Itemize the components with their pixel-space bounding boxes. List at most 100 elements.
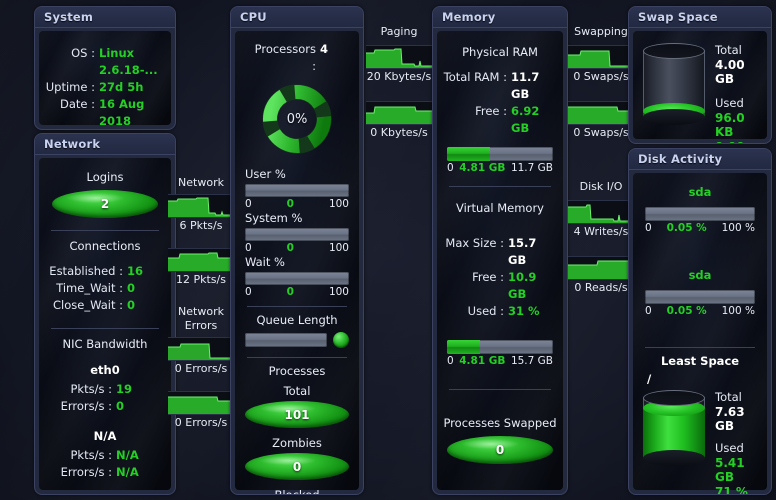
cpu-proc-blocked-label: Blocked <box>235 488 359 495</box>
swap-total-value: 4.00 GB <box>715 58 757 86</box>
system-row-date: Date : 16 Aug 2018 <box>39 96 171 130</box>
memory-vm-free-value: 10.9 GB <box>508 269 558 303</box>
network-errors-caption-1: 0 Errors/s <box>168 361 234 377</box>
network-nic1-pkts-label: Pkts/s : <box>50 447 116 464</box>
cpu-wait-mid: 0 <box>287 286 294 298</box>
cpu-processors-row: Processors : 4 <box>235 41 359 75</box>
memory-swapped-value: 0 <box>447 436 553 464</box>
disk-device-1-max: 100 % <box>722 305 755 317</box>
network-connections-label: Connections <box>39 239 171 253</box>
network-conn-closewait: Close_Wait : 0 <box>39 297 171 314</box>
network-errors-caption-2: 0 Errors/s <box>168 415 234 431</box>
network-conn-established: Established : 16 <box>39 263 171 280</box>
cpu-proc-zombies-label: Zombies <box>235 436 359 450</box>
network-timewait-value: 0 <box>127 280 161 297</box>
panel-system-title: System <box>35 7 175 28</box>
memory-physical-mid: 4.81 GB <box>459 162 505 174</box>
cpu-wait-label: Wait % <box>245 255 349 269</box>
memory-vm-free-row: Free : 10.9 GB <box>437 269 563 303</box>
panel-system-body: OS : Linux 2.6.18-... Uptime : 27d 5h Da… <box>39 31 171 125</box>
system-monitor-dashboard: System OS : Linux 2.6.18-... Uptime : 27… <box>0 0 776 500</box>
swapping-graph-2[interactable] <box>568 101 634 125</box>
panel-memory-title: Memory <box>433 7 567 28</box>
cpu-system-scale: 0 0 100 <box>245 242 349 254</box>
paging-caption-1: 20 Kbytes/s <box>366 69 432 85</box>
least-space-used-label: Used <box>715 441 757 455</box>
network-logins-gauge: 2 <box>52 190 158 218</box>
paging-graph-1[interactable] <box>366 45 432 69</box>
panel-cpu-body: Processors : 4 0% <box>235 31 359 490</box>
network-established-label: Established : <box>49 263 127 280</box>
memory-vm-free-label: Free : <box>442 269 508 286</box>
cpu-system-meter <box>245 228 349 241</box>
cpu-processors-label: Processors : <box>250 41 320 75</box>
network-closewait-value: 0 <box>127 297 161 314</box>
memory-swapped-label: Processes Swapped <box>437 416 563 430</box>
system-os-value: Linux 2.6.18-... <box>99 45 169 79</box>
network-nic0-name: eth0 <box>39 363 171 377</box>
swapping-caption-1: 0 Swaps/s <box>568 69 634 85</box>
cpu-usage-donut: 0% <box>259 81 335 157</box>
disk-device-1-meter <box>645 290 755 304</box>
disk-io-graph-1[interactable] <box>568 200 634 224</box>
panel-swap-body: Total 4.00 GB Used 96.0 KB 0.00 % <box>633 31 767 139</box>
system-row-os: OS : Linux 2.6.18-... <box>39 45 171 79</box>
memory-virtual-label: Virtual Memory <box>437 201 563 215</box>
memory-physical-label: Physical RAM <box>437 45 563 59</box>
cpu-proc-total-gauge: 101 <box>245 401 349 428</box>
paging-graph-2[interactable] <box>366 101 432 125</box>
network-established-value: 16 <box>127 263 161 280</box>
column-swapping: Swapping 0 Swaps/s 0 Swaps/s <box>568 25 634 141</box>
network-nic1-name: N/A <box>39 429 171 443</box>
column-network-errors: Network Errors 0 Errors/s 0 Errors/s <box>168 305 234 431</box>
least-space-mount: / <box>633 372 767 386</box>
swap-used-label: Used <box>715 96 757 110</box>
system-row-uptime: Uptime : 27d 5h <box>39 79 171 96</box>
swapping-graph-1[interactable] <box>568 45 634 69</box>
cpu-usage-percent: 0% <box>259 81 335 157</box>
network-nic0-pkts-row: Pkts/s : 19 <box>39 381 171 398</box>
memory-virtual-max: 15.7 GB <box>511 355 553 367</box>
disk-device-0-meter <box>645 207 755 221</box>
system-date-label: Date : <box>41 96 99 113</box>
disk-device-0-max: 100 % <box>722 222 755 234</box>
disk-io-caption-2: 0 Reads/s <box>568 280 634 296</box>
cpu-system-label: System % <box>245 211 349 225</box>
memory-virtual-min: 0 <box>447 355 454 367</box>
panel-disk-title: Disk Activity <box>629 149 771 170</box>
panel-cpu: CPU Processors : 4 <box>230 6 364 495</box>
column-network-traffic: Network 6 Pkts/s 12 Pkts/s <box>168 176 234 288</box>
memory-vm-max-value: 15.7 GB <box>508 235 558 269</box>
network-logins-value: 2 <box>52 190 158 218</box>
cpu-user-label: User % <box>245 167 349 181</box>
network-errors-graph-2[interactable] <box>168 391 234 415</box>
cpu-user-meter <box>245 184 349 197</box>
disk-io-graph-2[interactable] <box>568 256 634 280</box>
memory-vm-used-label: Used : <box>442 303 508 320</box>
panel-swap-space: Swap Space Total 4.00 GB Used 96.0 KB 0.… <box>628 6 772 144</box>
network-traffic-graph-1[interactable] <box>168 194 234 218</box>
disk-io-caption-1: 4 Writes/s <box>568 224 634 240</box>
paging-caption-2: 0 Kbytes/s <box>366 125 432 141</box>
network-nic0-pkts-label: Pkts/s : <box>50 381 116 398</box>
disk-io-label: Disk I/O <box>568 180 634 194</box>
memory-total-ram-value: 11.7 GB <box>511 69 559 103</box>
disk-device-1-scale: 0 0.05 % 100 % <box>645 305 755 317</box>
cpu-proc-zombies-value: 0 <box>245 453 349 480</box>
disk-device-0-name: sda <box>633 185 767 199</box>
memory-virtual-meter <box>447 340 553 354</box>
network-traffic-graph-2[interactable] <box>168 248 234 272</box>
cpu-queue-length-label: Queue Length <box>235 313 359 327</box>
cpu-system-max: 100 <box>329 242 349 254</box>
swap-cylinder-gauge <box>643 43 705 125</box>
panel-network-title: Network <box>35 134 175 155</box>
network-nic-bandwidth-label: NIC Bandwidth <box>39 337 171 351</box>
network-traffic-label: Network <box>168 176 234 190</box>
memory-vm-max-row: Max Size : 15.7 GB <box>437 235 563 269</box>
network-nic0-pkts-value: 19 <box>116 381 160 398</box>
cpu-system-mid: 0 <box>287 242 294 254</box>
network-errors-graph-1[interactable] <box>168 337 234 361</box>
network-nic0-errors-label: Errors/s : <box>50 398 116 415</box>
cpu-proc-total-label: Total <box>235 384 359 398</box>
panel-swap-title: Swap Space <box>629 7 771 28</box>
